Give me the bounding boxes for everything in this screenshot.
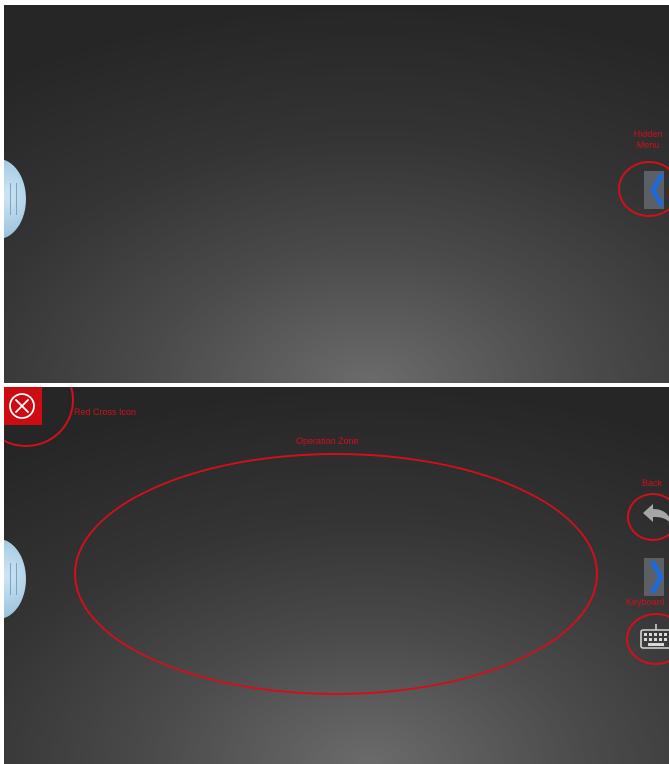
floating-ball-handle[interactable] <box>4 159 26 239</box>
keyboard-button[interactable] <box>640 623 669 651</box>
keyboard-icon <box>640 624 669 649</box>
hidden-menu-label: Hidden Menu <box>633 129 663 150</box>
operation-zone-label: Operation Zone <box>296 436 359 446</box>
bottom-screen-panel: Red Cross Icon Operation Zone Back Keybo… <box>4 387 669 764</box>
operation-zone[interactable] <box>74 453 598 695</box>
top-screen-panel: Hidden Menu <box>4 5 669 383</box>
chevron-left-icon <box>650 173 664 207</box>
floating-ball-handle[interactable] <box>4 539 26 619</box>
grip-icon <box>10 563 17 595</box>
hidden-menu-tab[interactable] <box>644 171 664 209</box>
red-cross-annotation-ring <box>4 387 74 447</box>
chevron-right-icon <box>650 560 664 594</box>
red-cross-label: Red Cross Icon <box>74 407 137 417</box>
menu-collapse-tab[interactable] <box>644 558 664 596</box>
back-label: Back <box>642 478 663 488</box>
back-arrow-icon <box>643 504 669 522</box>
back-button[interactable] <box>640 501 669 531</box>
keyboard-label: Keyboard <box>626 597 665 607</box>
grip-icon <box>10 183 17 215</box>
